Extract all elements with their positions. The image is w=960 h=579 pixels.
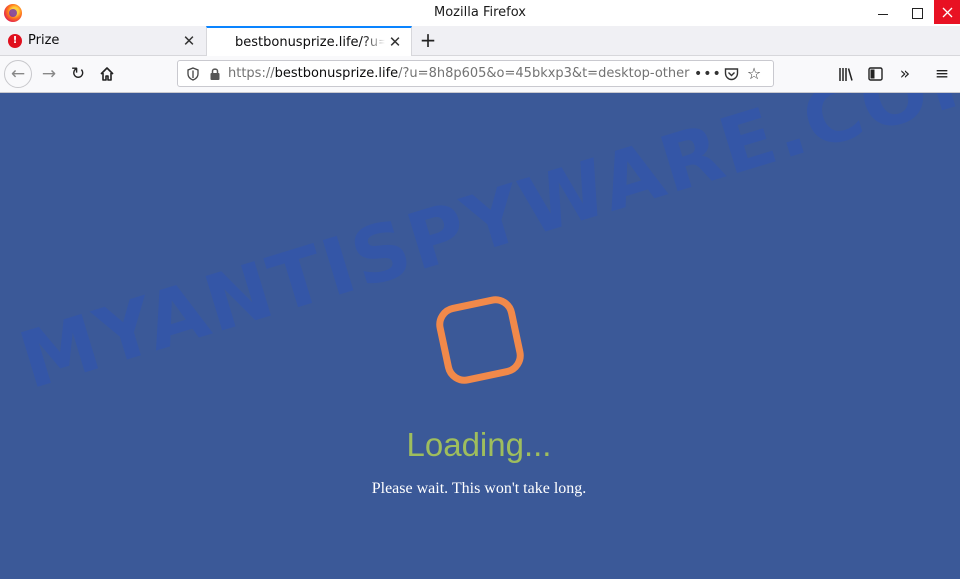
title-bar: Mozilla Firefox [0,0,960,26]
sidebar-icon [867,67,883,81]
home-button[interactable] [93,60,121,88]
url-text[interactable]: https://bestbonusprize.life/?u=8h8p605&o… [228,66,690,81]
reload-button[interactable]: ↻ [64,60,92,88]
url-path: /?u=8h8p605&o=45bkxp3&t=desktop-other [398,66,690,81]
loading-spinner-icon [432,292,528,388]
new-tab-button[interactable]: + [416,28,440,52]
tab-active[interactable]: bestbonusprize.life/?u=8h8p605&o=45bkxp3… [206,26,412,56]
window-title: Mozilla Firefox [434,5,526,20]
close-icon [942,7,952,17]
page-actions-more-button[interactable]: ••• [694,66,721,82]
wait-message: Please wait. This won't take long. [371,480,587,497]
home-icon [100,67,114,81]
minimize-button[interactable] [868,0,898,26]
tab-close-button[interactable]: ✕ [179,31,199,51]
url-scheme: https:// [228,66,275,81]
minimize-icon [878,13,888,15]
url-bar[interactable]: https://bestbonusprize.life/?u=8h8p605&o… [177,60,774,87]
sidebar-toggle-button[interactable] [861,60,889,88]
loading-heading: Loading... [406,426,552,463]
library-button[interactable] [832,60,860,88]
lock-icon[interactable] [208,67,222,81]
pocket-icon [724,67,738,80]
bookmark-star-button[interactable]: ☆ [742,64,766,83]
library-icon [839,67,853,81]
back-button[interactable]: ← [4,60,32,88]
tracking-protection-shield-icon[interactable] [186,66,200,82]
page-content: MYANTISPYWARE.COM Loading... Please wait… [0,93,960,579]
pocket-button[interactable] [720,67,742,81]
tab-label: Prize [28,33,60,48]
url-host: bestbonusprize.life [274,66,399,81]
tab-close-button[interactable]: ✕ [385,32,405,52]
hamburger-menu-button[interactable]: ≡ [928,60,956,88]
nav-toolbar: ← → ↻ https://bestbonusprize.life/?u=8h8… [0,56,960,93]
maximize-icon [911,7,923,19]
maximize-button[interactable] [902,0,932,26]
forward-button[interactable]: → [35,60,63,88]
tab-label: bestbonusprize.life/?u=8h8p605&o=45bkxp3… [235,34,385,50]
tab-prize[interactable]: ! Prize ✕ [0,26,205,55]
overflow-menu-button[interactable]: » [891,60,919,88]
alert-badge-icon: ! [8,33,22,48]
close-window-button[interactable] [934,0,960,24]
tab-strip: ! Prize ✕ bestbonusprize.life/?u=8h8p605… [0,26,960,56]
